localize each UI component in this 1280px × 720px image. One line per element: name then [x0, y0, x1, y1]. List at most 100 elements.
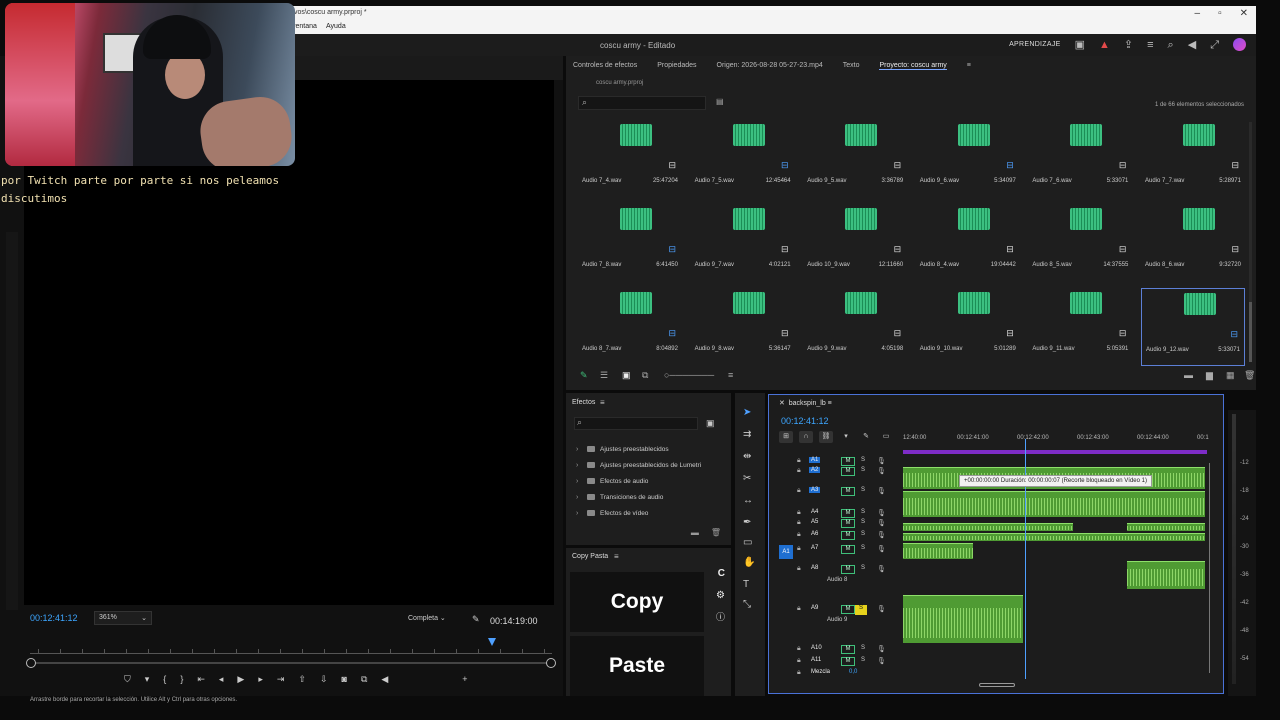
mic-icon[interactable]: 🎙︎	[877, 545, 886, 553]
share-icon[interactable]: ⇪	[1124, 39, 1133, 51]
tab-source[interactable]: Origen: 2026-08-28 05-27-23.mp4	[717, 62, 823, 70]
mute-button[interactable]: M	[841, 457, 855, 466]
tab-effect-controls[interactable]: Controles de efectos	[573, 62, 637, 70]
learn-tab[interactable]: APRENDIZAJE	[1009, 41, 1061, 48]
avatar[interactable]	[1233, 38, 1246, 51]
lock-icon[interactable]: 🔒︎	[797, 519, 801, 527]
step-forward-icon[interactable]: ▸	[258, 674, 263, 685]
track-name[interactable]: A2	[809, 467, 821, 473]
lock-icon[interactable]: 🔒︎	[797, 669, 801, 677]
menu-window[interactable]: ventana	[292, 23, 317, 30]
work-area-bar[interactable]	[903, 450, 1207, 454]
project-item[interactable]: ⊟ Audio 8_4.wav 19:04442	[916, 204, 1020, 282]
icon-view-icon[interactable]: ▣	[622, 370, 631, 381]
project-scrollbar[interactable]	[1249, 122, 1252, 362]
timeline-h-scrollbar[interactable]	[979, 683, 1015, 687]
track-name[interactable]: A4	[809, 509, 820, 515]
audio-clip[interactable]	[1127, 523, 1205, 531]
solo-button[interactable]: S	[855, 605, 867, 615]
pencil-icon[interactable]: ✎	[580, 370, 588, 381]
pen-icon[interactable]: ✒	[743, 517, 751, 528]
project-item[interactable]: ⊟ Audio 9_6.wav 5:34097	[916, 120, 1020, 198]
transform-icon[interactable]: ⤡	[743, 599, 751, 610]
solo-button[interactable]: S	[861, 545, 865, 551]
add-button-icon[interactable]: +	[462, 674, 467, 685]
audio-clip[interactable]	[903, 533, 1205, 541]
minimize-icon[interactable]: –	[1195, 8, 1201, 19]
project-item[interactable]: ⊟ Audio 8_6.wav 9:32720	[1141, 204, 1245, 282]
effects-item[interactable]: › Ajustes preestablecidos de Lumetri	[576, 457, 701, 473]
panel-menu-icon[interactable]: ≡	[967, 62, 971, 70]
track-name[interactable]: A7	[809, 545, 820, 551]
mute-button[interactable]: M	[841, 545, 855, 554]
solo-button[interactable]: S	[861, 487, 865, 493]
list-view-icon[interactable]: ☰	[600, 370, 608, 381]
mute-button[interactable]: M	[841, 467, 855, 476]
mute-button[interactable]: M	[841, 565, 855, 574]
lock-icon[interactable]: 🔒︎	[797, 509, 801, 517]
razor-icon[interactable]: ✂	[743, 473, 751, 484]
project-item[interactable]: ⊟ Audio 9_5.wav 3:36789	[803, 120, 907, 198]
mute-button[interactable]: M	[841, 519, 855, 528]
hand-icon[interactable]: ✋	[743, 557, 755, 568]
menu-icon[interactable]: ≡	[1147, 39, 1153, 51]
step-back-icon[interactable]: ◂	[219, 674, 224, 685]
trash-icon[interactable]: 🗑	[711, 528, 721, 537]
fullscreen-icon[interactable]: ⤢	[1210, 39, 1219, 51]
copy-button[interactable]: Copy	[570, 572, 704, 632]
project-item[interactable]: ⊟ Audio 8_5.wav 14:37555	[1028, 204, 1132, 282]
new-bin-icon[interactable]: ▬	[691, 528, 699, 537]
mute-button[interactable]: M	[841, 645, 855, 654]
mic-icon[interactable]: 🎙︎	[877, 509, 886, 517]
zoom-slider[interactable]: ○───────	[664, 370, 714, 380]
extract-icon[interactable]: ⇩	[320, 674, 328, 685]
track-name[interactable]: A11	[809, 657, 823, 663]
project-item[interactable]: ⊟ Audio 9_9.wav 4:05198	[803, 288, 907, 366]
lift-icon[interactable]: ⇧	[298, 674, 306, 685]
project-item[interactable]: ⊟ Audio 7_5.wav 12:45464	[691, 120, 795, 198]
track-name[interactable]: A10	[809, 645, 824, 651]
solo-button[interactable]: S	[861, 467, 865, 473]
gear-icon[interactable]: ⚙	[716, 590, 725, 601]
solo-button[interactable]: S	[861, 531, 865, 537]
effects-item[interactable]: › Transiciones de audio	[576, 489, 701, 505]
lock-icon[interactable]: 🔒︎	[797, 645, 801, 653]
mic-icon[interactable]: 🎙︎	[877, 645, 886, 653]
mic-icon[interactable]: 🎙︎	[877, 519, 886, 527]
speaker-icon[interactable]: ◀	[381, 674, 388, 685]
program-timecode[interactable]: 00:12:41:12	[30, 613, 78, 623]
tab-project[interactable]: Proyecto: coscu army	[879, 62, 947, 70]
lock-icon[interactable]: 🔒︎	[797, 657, 801, 665]
mic-icon[interactable]: 🎙︎	[877, 457, 886, 465]
camera-icon[interactable]: ◙	[342, 674, 347, 685]
wrench-icon[interactable]: ✎	[472, 614, 480, 625]
caption-icon[interactable]: ▭	[879, 431, 893, 443]
go-to-out-icon[interactable]: ⇥	[277, 674, 285, 685]
out-point-icon[interactable]: }	[180, 674, 183, 685]
lock-icon[interactable]: 🔒︎	[797, 531, 801, 539]
mute-button[interactable]: M	[841, 657, 855, 666]
track-select-icon[interactable]: ⇉	[743, 429, 751, 440]
audio-clip[interactable]	[903, 491, 1205, 517]
project-item[interactable]: ⊟ Audio 9_7.wav 4:02121	[691, 204, 795, 282]
track-name[interactable]: A9	[809, 605, 820, 611]
zoom-select[interactable]: 361% ⌄	[94, 611, 152, 625]
audio-clip[interactable]	[903, 523, 1073, 531]
new-bin-icon[interactable]: ▬	[1184, 370, 1193, 380]
project-item[interactable]: ⊟ Audio 9_12.wav 5:33071	[1141, 288, 1245, 366]
rectangle-icon[interactable]: ▭	[743, 537, 752, 548]
menu-help[interactable]: Ayuda	[326, 23, 346, 30]
folder-icon[interactable]: ▆	[1206, 370, 1213, 381]
zoom-scrollbar[interactable]	[26, 658, 556, 668]
project-item[interactable]: ⊟ Audio 8_7.wav 8:04892	[578, 288, 682, 366]
solo-button[interactable]: S	[861, 457, 865, 463]
lock-icon[interactable]: 🔒︎	[797, 487, 801, 495]
search-icon[interactable]: ⌕	[1168, 39, 1174, 51]
paste-button[interactable]: Paste	[570, 636, 704, 696]
effects-item[interactable]: › Efectos de vídeo	[576, 505, 701, 521]
mic-icon[interactable]: 🎙︎	[877, 605, 886, 613]
project-item[interactable]: ⊟ Audio 7_7.wav 5:28971	[1141, 120, 1245, 198]
play-icon[interactable]: ▶	[237, 674, 244, 685]
info-icon[interactable]: ⓘ	[716, 610, 725, 623]
solo-button[interactable]: S	[861, 645, 865, 651]
